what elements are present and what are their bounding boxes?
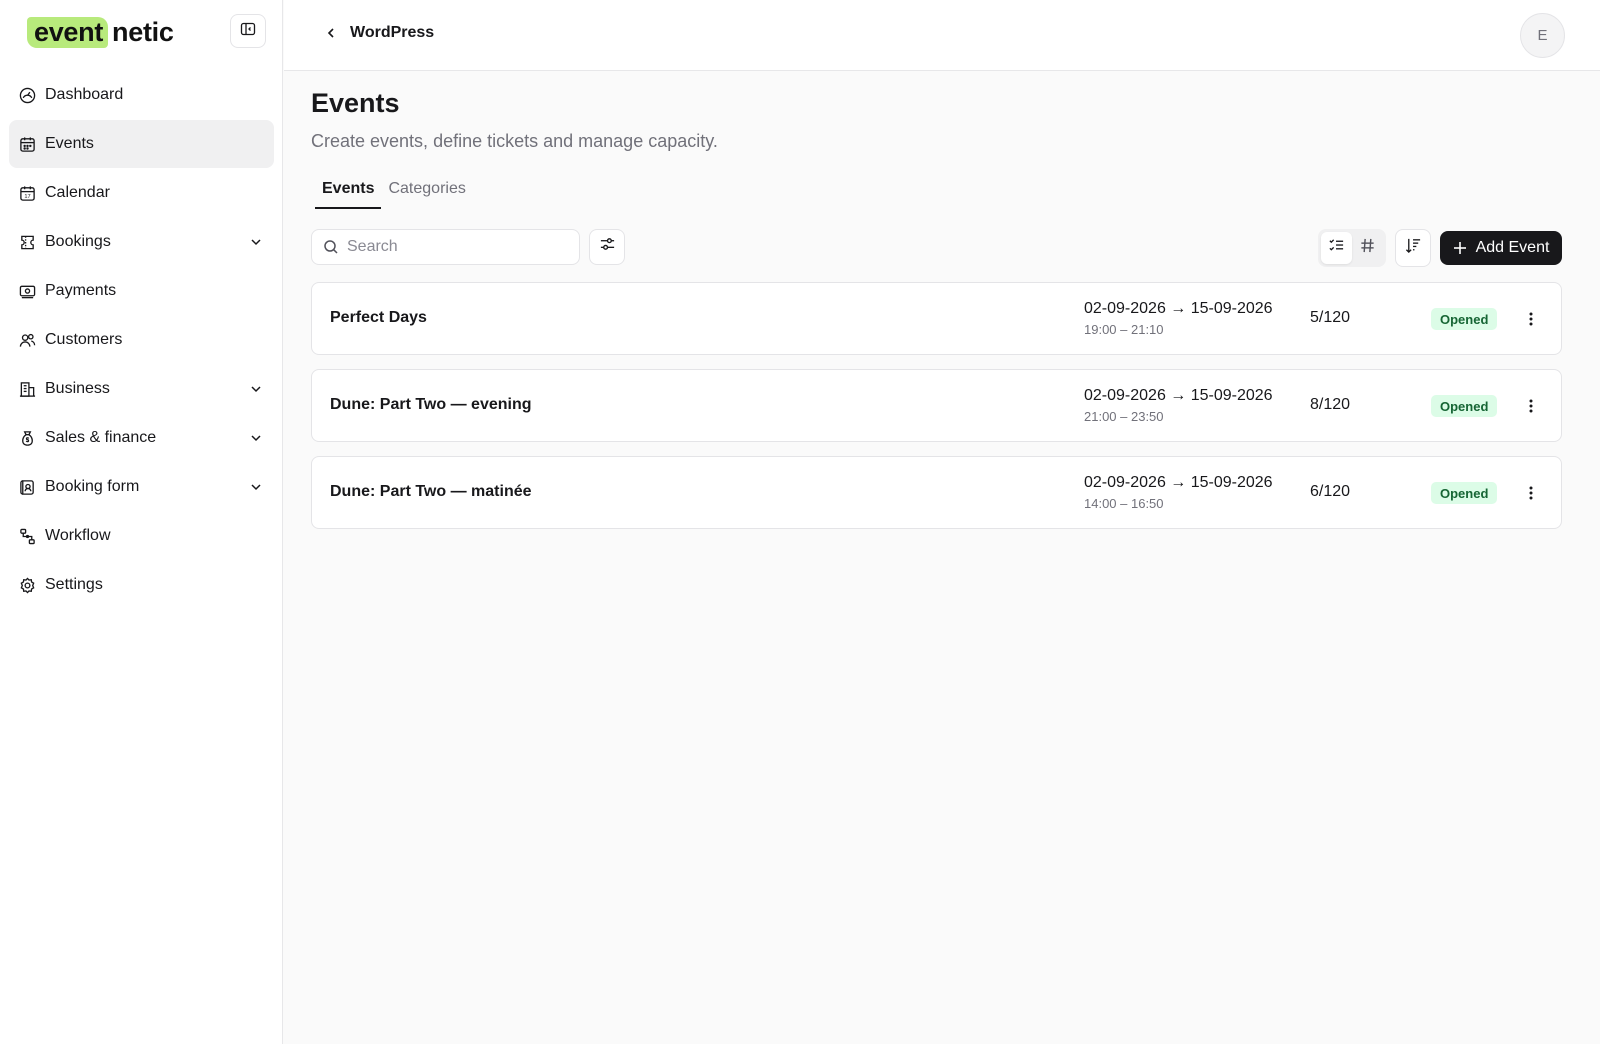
sidebar-toggle-icon	[240, 21, 256, 42]
app-logo[interactable]: event netic	[27, 15, 174, 49]
event-times: 19:00 – 21:10	[1084, 322, 1164, 337]
sidebar-item-label: Booking form	[45, 478, 140, 495]
event-name: Perfect Days	[330, 309, 427, 326]
more-vertical-icon[interactable]	[1519, 394, 1543, 418]
event-capacity: 6/120	[1310, 483, 1351, 500]
search-input[interactable]	[347, 238, 567, 256]
event-times: 14:00 – 16:50	[1084, 496, 1164, 511]
sidebar-nav: Dashboard Events 17 Calendar Bookings Pa…	[9, 71, 274, 610]
calendar-icon: 17	[18, 184, 36, 202]
ticket-icon	[18, 233, 36, 251]
tab-categories[interactable]: Categories	[381, 177, 472, 209]
sidebar-item-workflow[interactable]: Workflow	[9, 512, 274, 560]
chevron-down-icon	[247, 233, 265, 251]
status-badge: Opened	[1431, 395, 1498, 417]
sidebar-item-label: Dashboard	[45, 86, 124, 103]
chevron-down-icon	[247, 429, 265, 447]
sidebar: eventnetic Dashboard Events 17 Calendar	[0, 0, 283, 1044]
sidebar-item-label: Calendar	[45, 184, 110, 201]
sort-icon	[1405, 237, 1422, 259]
user-avatar[interactable]: E	[1520, 13, 1565, 58]
sidebar-item-label: Sales & finance	[45, 429, 157, 446]
event-name: Dune: Part Two — evening	[330, 396, 532, 413]
add-event-label: Add Event	[1475, 239, 1550, 256]
sidebar-item-label: Customers	[45, 331, 123, 348]
search-box	[311, 229, 580, 265]
event-capacity: 8/120	[1310, 396, 1351, 413]
avatar-initial: E	[1537, 27, 1548, 44]
back-link-label: WordPress	[350, 24, 435, 41]
money-bag-icon	[18, 429, 36, 447]
hash-icon	[1359, 237, 1376, 259]
sidebar-item-label: Workflow	[45, 527, 111, 544]
plus-icon	[1453, 241, 1467, 255]
workflow-icon	[18, 527, 36, 545]
checklist-icon	[1328, 237, 1345, 259]
gear-icon	[18, 576, 36, 594]
logo-rest: netic	[112, 16, 174, 47]
add-event-button[interactable]: Add Event	[1440, 231, 1562, 265]
sidebar-item-bookings[interactable]: Bookings	[9, 218, 274, 266]
search-icon	[323, 239, 339, 255]
sidebar-item-events[interactable]: Events	[9, 120, 274, 168]
top-bar: WordPress E	[284, 0, 1600, 71]
sidebar-item-booking-form[interactable]: Booking form	[9, 463, 274, 511]
sliders-icon	[599, 236, 616, 258]
sidebar-item-dashboard[interactable]: Dashboard	[9, 71, 274, 119]
sidebar-item-sales-finance[interactable]: Sales & finance	[9, 414, 274, 462]
event-capacity: 5/120	[1310, 309, 1351, 326]
event-dates: 02-09-2026 → 15-09-2026	[1084, 300, 1273, 317]
chevron-down-icon	[247, 478, 265, 496]
tabs: Events Categories	[315, 177, 473, 209]
chevron-left-icon	[324, 25, 340, 41]
chevron-down-icon	[247, 380, 265, 398]
status-badge: Opened	[1431, 482, 1498, 504]
list-view-button[interactable]	[1321, 232, 1352, 264]
grid-view-button[interactable]	[1352, 232, 1383, 264]
back-link[interactable]: WordPress	[324, 24, 434, 42]
event-row[interactable]: Perfect Days 02-09-2026 → 15-09-2026 19:…	[311, 282, 1562, 355]
tab-events[interactable]: Events	[315, 177, 382, 209]
filter-button[interactable]	[589, 229, 625, 265]
event-dates: 02-09-2026 → 15-09-2026	[1084, 474, 1273, 491]
sidebar-item-customers[interactable]: Customers	[9, 316, 274, 364]
page-title: Events	[311, 88, 400, 118]
sidebar-toggle-button[interactable]	[230, 14, 266, 48]
sidebar-item-business[interactable]: Business	[9, 365, 274, 413]
sidebar-item-label: Business	[45, 380, 110, 397]
form-icon	[18, 478, 36, 496]
page-subtitle: Create events, define tickets and manage…	[311, 131, 718, 151]
event-dates: 02-09-2026 → 15-09-2026	[1084, 387, 1273, 404]
more-vertical-icon[interactable]	[1519, 481, 1543, 505]
event-row[interactable]: Dune: Part Two — evening 02-09-2026 → 15…	[311, 369, 1562, 442]
event-list: Perfect Days 02-09-2026 → 15-09-2026 19:…	[311, 282, 1562, 543]
building-icon	[18, 380, 36, 398]
money-icon	[18, 282, 36, 300]
event-times: 21:00 – 23:50	[1084, 409, 1164, 424]
sidebar-item-label: Events	[45, 135, 94, 152]
view-toggle	[1318, 229, 1386, 267]
sidebar-item-label: Settings	[45, 576, 103, 593]
sidebar-item-label: Payments	[45, 282, 117, 299]
dashboard-icon	[18, 86, 36, 104]
sidebar-item-label: Bookings	[45, 233, 111, 250]
users-icon	[18, 331, 36, 349]
event-row[interactable]: Dune: Part Two — matinée 02-09-2026 → 15…	[311, 456, 1562, 529]
logo-highlight: event	[27, 16, 109, 48]
sidebar-item-settings[interactable]: Settings	[9, 561, 274, 609]
sidebar-item-calendar[interactable]: 17 Calendar	[9, 169, 274, 217]
sort-button[interactable]	[1395, 229, 1431, 267]
sidebar-item-payments[interactable]: Payments	[9, 267, 274, 315]
more-vertical-icon[interactable]	[1519, 307, 1543, 331]
svg-text:17: 17	[24, 194, 30, 200]
status-badge: Opened	[1431, 308, 1498, 330]
event-name: Dune: Part Two — matinée	[330, 483, 532, 500]
calendar-grid-icon	[18, 135, 36, 153]
